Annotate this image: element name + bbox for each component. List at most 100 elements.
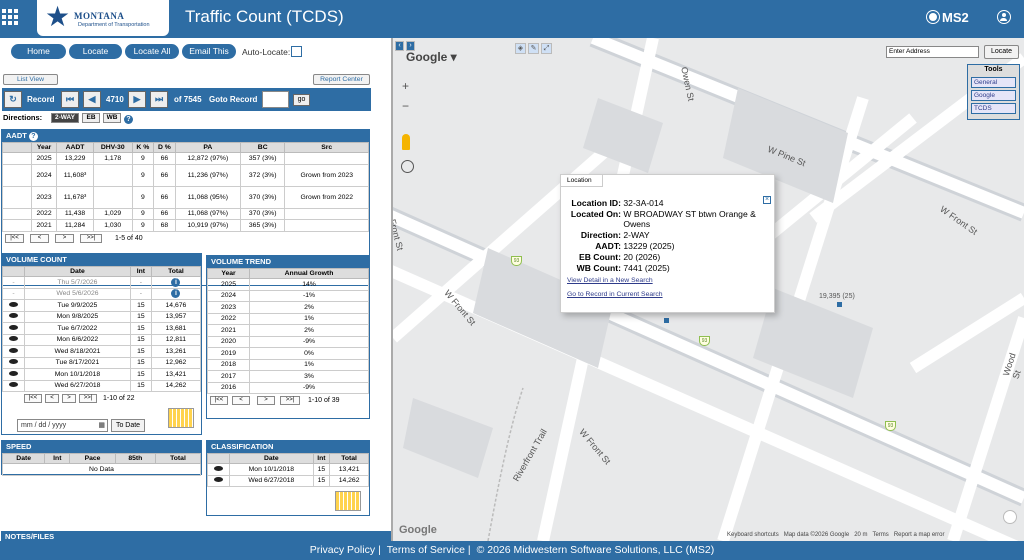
auto-locate-checkbox[interactable] — [291, 46, 302, 57]
calendar-grid-icon[interactable] — [335, 491, 361, 511]
table-row[interactable]: Wed 6/27/2018 15 14,262 — [2, 379, 202, 392]
home-button[interactable]: Home — [11, 44, 66, 59]
popup-tab-location[interactable]: Location — [561, 175, 603, 187]
eye-icon[interactable] — [207, 474, 230, 487]
table-row[interactable]: Tue 9/9/2025 15 14,676 — [2, 299, 202, 312]
email-button[interactable]: Email This — [182, 44, 236, 59]
terms-link[interactable]: Terms — [872, 532, 888, 538]
report-error-link[interactable]: Report a map error — [894, 532, 945, 538]
keyboard-shortcuts-link[interactable]: Keyboard shortcuts — [727, 532, 779, 538]
calendar-icon[interactable]: ▦ — [98, 420, 105, 431]
pager-prev[interactable]: < — [45, 394, 59, 403]
apps-grid-icon[interactable] — [2, 9, 18, 25]
eye-icon[interactable] — [9, 301, 18, 307]
help-icon[interactable]: ? — [124, 115, 133, 124]
eye-icon[interactable] — [9, 313, 18, 319]
pan-left-icon[interactable]: ‹ — [395, 41, 404, 51]
pager-next[interactable]: > — [55, 233, 74, 243]
privacy-link[interactable]: Privacy Policy — [310, 544, 375, 556]
info-icon[interactable]: i — [171, 277, 181, 287]
eye-icon[interactable] — [9, 382, 18, 388]
pager-prev[interactable]: < — [30, 233, 49, 243]
view-detail-link[interactable]: View Detail in a New Search — [567, 277, 653, 284]
direction-eb[interactable]: EB — [82, 113, 100, 123]
terms-of-service-link[interactable]: Terms of Service — [387, 544, 465, 556]
direction-wb[interactable]: WB — [103, 113, 121, 123]
calendar-grid-icon[interactable] — [168, 408, 194, 428]
table-row[interactable]: Mon 10/1/2018 15 13,421 — [207, 463, 369, 476]
pager-next[interactable]: > — [62, 394, 76, 403]
user-icon[interactable] — [997, 10, 1011, 24]
refresh-icon[interactable]: ↻ — [4, 91, 22, 108]
locate-address-button[interactable]: Locate — [984, 45, 1019, 59]
dash-marker[interactable]: - — [2, 276, 25, 289]
goto-record-input[interactable] — [262, 91, 289, 108]
pager-first[interactable]: |<< — [24, 394, 42, 403]
locate-button[interactable]: Locate — [69, 44, 122, 59]
first-record-icon[interactable]: ⏮ — [61, 91, 79, 108]
report-center-button[interactable]: Report Center — [313, 74, 370, 85]
eye-icon[interactable] — [2, 322, 25, 335]
eye-icon[interactable] — [9, 324, 18, 330]
info-icon[interactable]: i — [171, 289, 181, 299]
eye-icon[interactable] — [2, 333, 25, 346]
eye-icon[interactable] — [214, 465, 223, 471]
eye-icon[interactable] — [2, 299, 25, 312]
eye-icon[interactable] — [2, 310, 25, 323]
direction-2way[interactable]: 2-WAY — [51, 113, 79, 123]
eye-icon[interactable] — [2, 345, 25, 358]
fullscreen-icon[interactable]: ⤢ — [541, 43, 552, 54]
pager-first[interactable]: |<< — [210, 396, 228, 405]
table-row[interactable]: Wed 8/18/2021 15 13,261 — [2, 345, 202, 358]
eye-icon[interactable] — [2, 368, 25, 381]
close-icon[interactable]: × — [763, 196, 771, 204]
eye-icon[interactable] — [9, 347, 18, 353]
street-view-icon[interactable] — [401, 160, 414, 173]
table-row[interactable]: Tue 6/7/2022 15 13,681 — [2, 322, 202, 335]
layers-icon[interactable]: ◈ — [515, 43, 526, 54]
eye-icon[interactable] — [9, 359, 18, 365]
table-row[interactable]: - Thu 5/7/2026- i — [2, 276, 202, 289]
zoom-out-icon[interactable]: − — [398, 100, 413, 115]
list-view-button[interactable]: List View — [3, 74, 58, 85]
pager-first[interactable]: |<< — [5, 233, 24, 243]
eye-icon[interactable] — [207, 463, 230, 476]
eye-icon[interactable] — [2, 379, 25, 392]
table-row[interactable]: Mon 10/1/2018 15 13,421 — [2, 368, 202, 381]
go-button[interactable]: go — [293, 94, 310, 106]
next-record-icon[interactable]: ▶ — [128, 91, 146, 108]
eye-icon[interactable] — [214, 477, 223, 483]
address-input[interactable]: Enter Address — [886, 46, 979, 58]
pan-right-icon[interactable]: › — [406, 41, 415, 51]
pager-next[interactable]: > — [257, 396, 275, 405]
eye-icon[interactable] — [9, 336, 18, 342]
pager-last[interactable]: >>| — [80, 233, 102, 243]
pager-last[interactable]: >>| — [280, 396, 300, 405]
map-view[interactable]: Google ▾ ‹ › ◈ ✎ ⤢ + − Enter Address Loc… — [393, 38, 1024, 541]
prev-record-icon[interactable]: ◀ — [83, 91, 101, 108]
go-to-record-link[interactable]: Go to Record in Current Search — [567, 291, 663, 298]
zoom-in-icon[interactable]: + — [398, 80, 413, 95]
eye-icon[interactable] — [9, 370, 18, 376]
dash-marker[interactable]: - — [2, 287, 25, 300]
table-row[interactable]: - Wed 5/6/2026- i — [2, 287, 202, 300]
notes-title[interactable]: NOTES/FILES — [1, 531, 391, 541]
table-row[interactable]: Tue 8/17/2021 15 12,962 — [2, 356, 202, 369]
tool-general[interactable]: General — [971, 77, 1016, 88]
pegman-icon[interactable] — [402, 134, 410, 150]
eye-icon[interactable] — [2, 356, 25, 369]
table-row[interactable]: Wed 6/27/2018 15 14,262 — [207, 474, 369, 487]
aadt-help-icon[interactable]: ? — [28, 132, 38, 141]
to-date-button[interactable]: To Date — [111, 419, 145, 432]
tool-tcds[interactable]: TCDS — [971, 103, 1016, 114]
ruler-icon[interactable]: ✎ — [528, 43, 539, 54]
tool-google[interactable]: Google — [971, 90, 1016, 101]
table-row[interactable]: Mon 6/6/2022 15 12,811 — [2, 333, 202, 346]
table-row[interactable]: Mon 9/8/2025 15 13,957 — [2, 310, 202, 323]
last-record-icon[interactable]: ⏭ — [150, 91, 168, 108]
locate-all-button[interactable]: Locate All — [125, 44, 179, 59]
my-location-icon[interactable] — [1003, 510, 1017, 524]
pager-prev[interactable]: < — [232, 396, 250, 405]
date-input[interactable]: mm / dd / yyyy ▦ — [17, 419, 108, 432]
pager-last[interactable]: >>| — [79, 394, 97, 403]
